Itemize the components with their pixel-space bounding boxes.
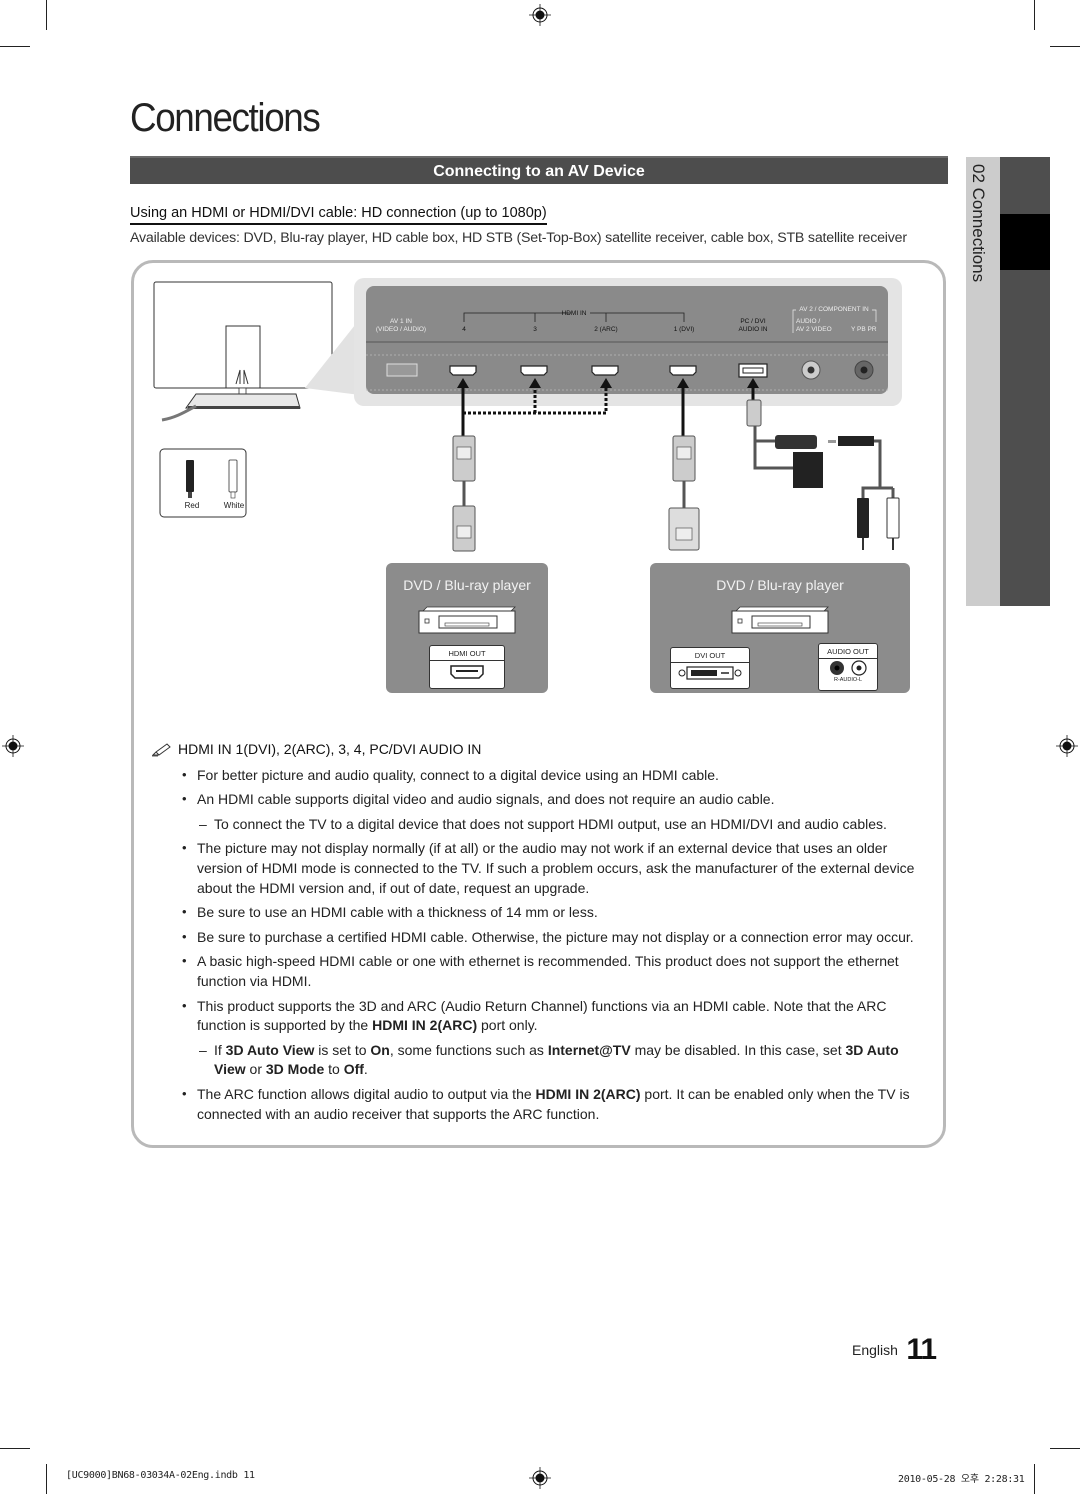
menu-term: 3D Mode [265,1061,325,1078]
dvi-port-icon [678,666,742,680]
crop-mark [46,1464,47,1494]
menu-term: 3D Auto View [225,1041,315,1058]
hdmi-out-port: HDMI OUT [429,645,505,689]
av1-sublabel: (VIDEO / AUDIO) [376,326,426,333]
available-devices-text: Available devices: DVD, Blu-ray player, … [130,230,907,246]
note-heading-text: HDMI IN 1(DVI), 2(ARC), 3, 4, PC/DVI AUD… [178,741,482,757]
hdmi-port-3-label: 3 [533,326,537,333]
subheading: Using an HDMI or HDMI/DVI cable: HD conn… [130,205,547,225]
hdmi-cable-icon [452,435,476,552]
av2-video-label: AV 2 VIDEO [796,326,832,333]
pencil-note-icon [152,743,171,757]
device-title: DVD / Blu-ray player [403,577,531,593]
print-file-info: [UC9000]BN68-03034A-02Eng.indb 11 [66,1470,255,1481]
section-title-bar: Connecting to an AV Device [130,156,948,184]
note-heading: HDMI IN 1(DVI), 2(ARC), 3, 4, PC/DVI AUD… [152,740,932,760]
text: . [363,1061,368,1078]
dvi-out-label: DVI OUT [671,648,749,663]
audio-cable-icon [746,399,900,550]
text: port only. [477,1017,538,1034]
hdmi-in-group-label: HDMI IN [562,310,587,317]
av2-component-label: AV 2 / COMPONENT IN [799,306,869,313]
page-title: Connections [130,96,321,140]
rca-white-label: White [224,501,245,510]
registration-mark-icon [2,735,24,757]
crop-mark [46,0,47,30]
page-number-value: 11 [906,1333,937,1366]
hdmi-out-label: HDMI OUT [430,646,504,661]
dvd-player-icon [418,606,516,634]
crop-mark [0,46,30,47]
text: , some functions such as [389,1041,548,1058]
crop-mark [0,1448,30,1449]
text: is set to [314,1041,371,1058]
bullet-item: This product supports the 3D and ARC (Au… [152,996,932,1036]
notes-section: HDMI IN 1(DVI), 2(ARC), 3, 4, PC/DVI AUD… [152,740,932,1129]
av1-port-icon [386,363,418,377]
crop-mark [1034,1464,1035,1494]
bullet-item: The ARC function allows digital audio to… [152,1084,932,1124]
menu-term: Internet@TV [547,1041,631,1058]
av1-label: AV 1 IN [390,318,412,325]
rca-jacks-icon [830,660,867,676]
chapter-tab-label: 02 Connections [969,164,988,283]
hdmi-port-2-label: 2 (ARC) [594,326,617,333]
av2-audio-label: AUDIO / [796,318,820,325]
crop-mark [1050,1448,1080,1449]
port-name: HDMI IN 2(ARC) [535,1085,641,1102]
menu-term: On [370,1041,390,1058]
sub-item: If 3D Auto View is set to On, some funct… [152,1041,932,1080]
rca-red-label: Red [185,501,200,510]
text: or [245,1061,266,1078]
bullet-item: An HDMI cable supports digital video and… [152,789,932,810]
registration-mark-icon [529,4,551,26]
hdmi-dvi-cable-icon [668,435,700,551]
dvd-player-icon [731,606,829,634]
device-box-hdmi: DVD / Blu-ray player HDMI OUT [386,563,548,693]
bullet-item: Be sure to use an HDMI cable with a thic… [152,902,932,923]
bullet-item: For better picture and audio quality, co… [152,765,932,786]
text: This product supports the 3D and ARC (Au… [197,997,887,1034]
text: The ARC function allows digital audio to… [197,1085,536,1102]
text: may be disabled. In this case, set [630,1041,846,1058]
registration-mark-icon [1056,735,1078,757]
pc-dvi-sublabel: AUDIO IN [739,326,768,333]
text: to [324,1061,344,1078]
audio-out-port: AUDIO OUT R-AUDIO-L [818,643,878,691]
bullet-item: The picture may not display normally (if… [152,838,932,898]
page-number: English 11 [852,1333,937,1367]
bullet-item: Be sure to purchase a certified HDMI cab… [152,927,932,948]
component-ypbpr-label: Y PB PR [851,326,877,333]
language-label: English [852,1342,898,1358]
crop-mark [1034,0,1035,30]
hdmi-port-1-label: 1 (DVI) [674,326,695,333]
crop-mark [1050,46,1080,47]
registration-mark-icon [529,1467,551,1489]
hdmi-port-icon [450,665,484,679]
chapter-tab-marker [1000,214,1050,270]
sub-item: To connect the TV to a digital device th… [152,815,932,835]
pc-dvi-label: PC / DVI [740,318,765,325]
hdmi-port-4-label: 4 [462,326,466,333]
bullet-item: A basic high-speed HDMI cable or one wit… [152,951,932,991]
audio-out-label: AUDIO OUT [819,644,877,659]
dvi-out-port: DVI OUT [670,647,750,689]
tv-illustration [153,281,360,422]
print-timestamp: 2010-05-28 오후 2:28:31 [898,1474,1025,1485]
device-title: DVD / Blu-ray player [716,577,844,593]
text: If [214,1041,226,1058]
port-name: HDMI IN 2(ARC) [372,1017,478,1034]
device-box-dvi: DVD / Blu-ray player DVI OUT AUDIO OUT R… [650,563,910,693]
menu-term: Off [343,1061,364,1078]
audio-channel-label: R-AUDIO-L [833,677,863,683]
